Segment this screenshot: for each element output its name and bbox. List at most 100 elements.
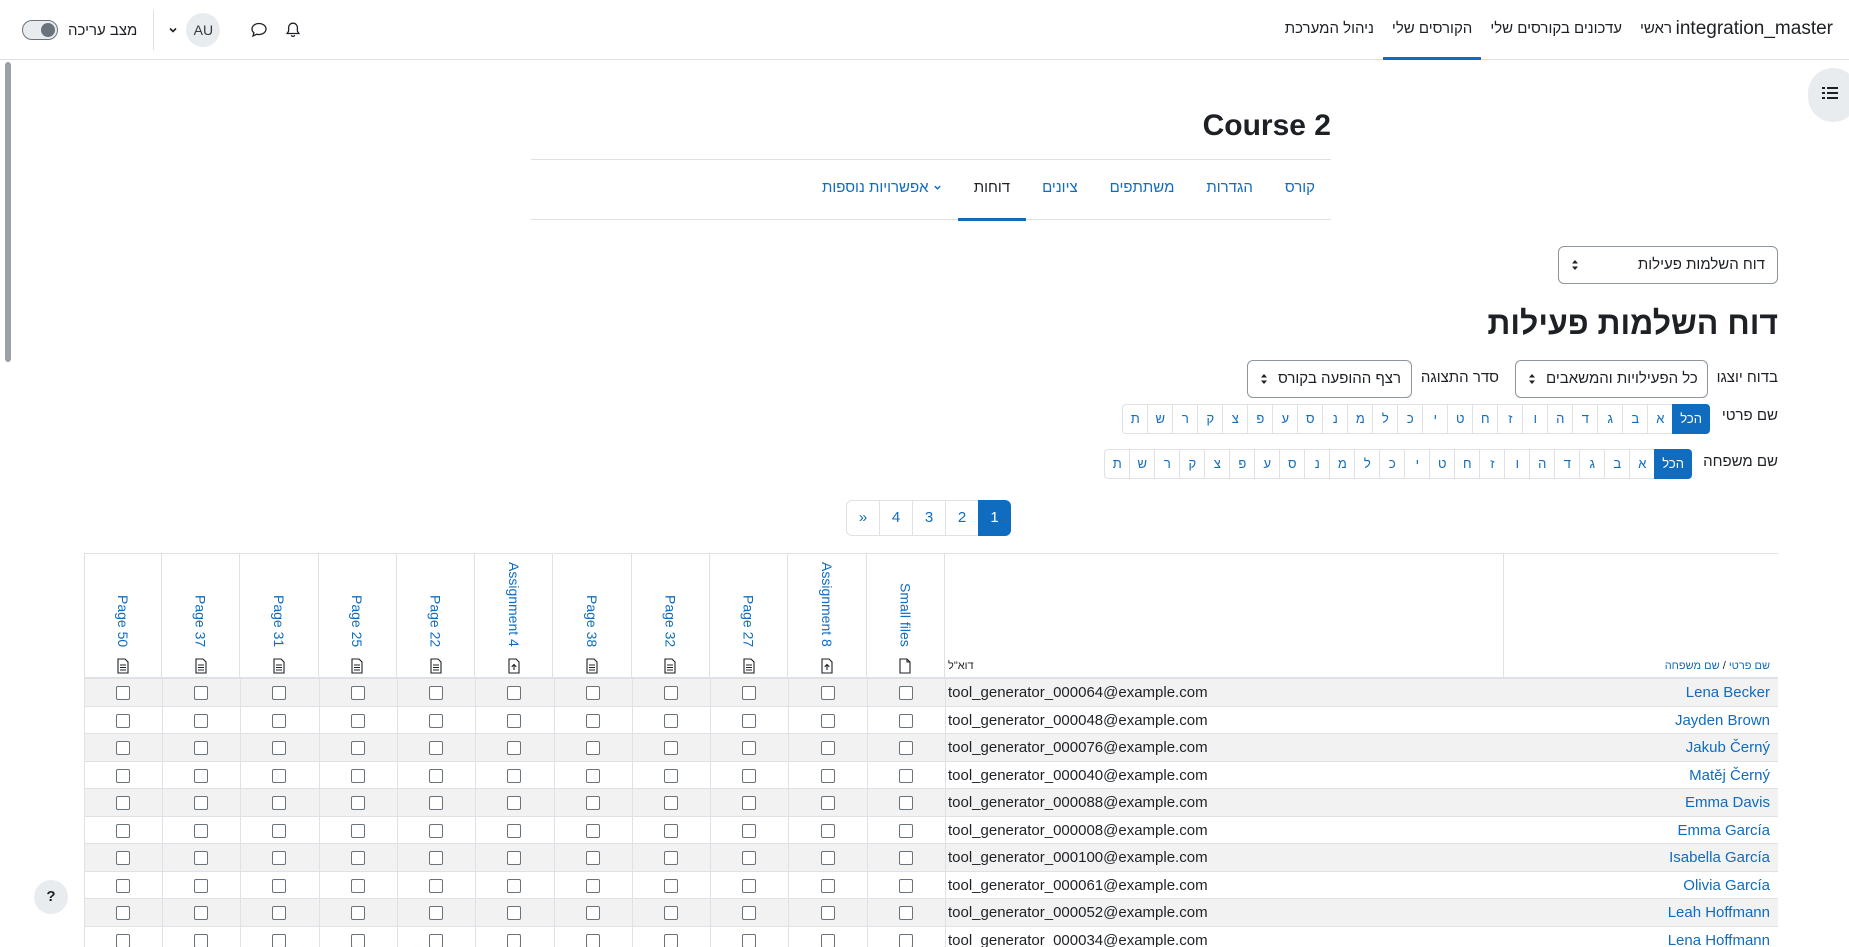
block-drawer-button[interactable] [1808, 68, 1849, 122]
message-icon[interactable] [248, 19, 270, 41]
nav-item-home[interactable]: ראשי [1631, 0, 1681, 60]
completion-checkbox[interactable] [115, 933, 130, 947]
completion-checkbox[interactable] [663, 796, 678, 810]
report-selector[interactable]: דוח השלמות פעילות [1558, 246, 1778, 284]
sort-by-lastname-link[interactable]: שם משפחה [1665, 660, 1720, 672]
completion-checkbox[interactable] [663, 713, 678, 728]
completion-checkbox[interactable] [663, 823, 678, 838]
completion-checkbox[interactable] [115, 741, 130, 755]
completion-checkbox[interactable] [820, 796, 835, 810]
participant-name-link[interactable]: Matěj Černý [1689, 762, 1770, 789]
completion-checkbox[interactable] [350, 686, 365, 700]
participant-name-link[interactable]: Isabella García [1669, 844, 1770, 871]
page-scrollbar[interactable] [2, 60, 14, 947]
pagination-page-3[interactable]: 3 [912, 500, 945, 536]
completion-checkbox[interactable] [115, 686, 130, 700]
completion-checkbox[interactable] [350, 796, 365, 810]
completion-checkbox[interactable] [194, 933, 209, 947]
completion-checkbox[interactable] [194, 686, 209, 700]
lastname-initial-4[interactable]: ד [1554, 449, 1580, 479]
completion-checkbox[interactable] [507, 686, 522, 700]
lastname-initial-6[interactable]: ו [1504, 449, 1530, 479]
firstname-initial-14[interactable]: נ [1322, 404, 1348, 434]
pagination-next[interactable]: » [846, 500, 879, 536]
completion-checkbox[interactable] [585, 933, 600, 947]
firstname-initial-3[interactable]: ג [1597, 404, 1623, 434]
completion-checkbox[interactable] [194, 796, 209, 810]
firstname-initial-8[interactable]: ח [1472, 404, 1498, 434]
completion-checkbox[interactable] [350, 878, 365, 893]
participant-name-link[interactable]: Lena Becker [1686, 679, 1770, 706]
lastname-initial-5[interactable]: ה [1529, 449, 1555, 479]
completion-checkbox[interactable] [350, 768, 365, 783]
completion-checkbox[interactable] [742, 796, 757, 810]
pagination-page-4[interactable]: 4 [879, 500, 912, 536]
completion-checkbox[interactable] [272, 906, 287, 920]
completion-checkbox[interactable] [898, 906, 913, 920]
completion-checkbox[interactable] [194, 713, 209, 728]
completion-checkbox[interactable] [742, 713, 757, 728]
activity-link[interactable]: Page 50 [115, 557, 131, 647]
firstname-initial-13[interactable]: מ [1347, 404, 1373, 434]
completion-checkbox[interactable] [429, 878, 444, 893]
completion-checkbox[interactable] [742, 823, 757, 838]
completion-checkbox[interactable] [115, 878, 130, 893]
completion-checkbox[interactable] [585, 851, 600, 865]
tab-course[interactable]: קורס [1269, 160, 1331, 221]
pagination-page-1[interactable]: 1 [978, 500, 1011, 536]
completion-checkbox[interactable] [585, 823, 600, 838]
lastname-initial-14[interactable]: נ [1304, 449, 1330, 479]
completion-checkbox[interactable] [350, 741, 365, 755]
lastname-initial-15[interactable]: ס [1279, 449, 1305, 479]
completion-checkbox[interactable] [663, 933, 678, 947]
completion-checkbox[interactable] [663, 741, 678, 755]
completion-checkbox[interactable] [272, 823, 287, 838]
completion-checkbox[interactable] [350, 851, 365, 865]
completion-checkbox[interactable] [272, 768, 287, 783]
sort-by-firstname-link[interactable]: שם פרטי [1729, 660, 1770, 672]
user-avatar[interactable]: AU [186, 13, 221, 47]
completion-checkbox[interactable] [115, 796, 130, 810]
activity-link[interactable]: Page 22 [428, 557, 444, 647]
completion-checkbox[interactable] [742, 768, 757, 783]
activity-link[interactable]: Page 31 [271, 557, 287, 647]
completion-checkbox[interactable] [820, 933, 835, 947]
participant-name-link[interactable]: Jakub Černý [1686, 734, 1770, 761]
completion-checkbox[interactable] [742, 851, 757, 865]
completion-checkbox[interactable] [272, 933, 287, 947]
completion-checkbox[interactable] [742, 906, 757, 920]
help-button[interactable]: ? [34, 880, 68, 914]
completion-checkbox[interactable] [115, 713, 130, 728]
firstname-initial-17[interactable]: פ [1247, 404, 1273, 434]
completion-checkbox[interactable] [663, 878, 678, 893]
participant-name-link[interactable]: Olivia García [1683, 872, 1770, 899]
edit-mode-toggle[interactable] [22, 20, 58, 40]
completion-checkbox[interactable] [507, 906, 522, 920]
activity-link[interactable]: Page 38 [584, 557, 600, 647]
firstname-initial-15[interactable]: ס [1297, 404, 1323, 434]
completion-checkbox[interactable] [429, 768, 444, 783]
activity-link[interactable]: Page 27 [741, 557, 757, 647]
firstname-initial-4[interactable]: ד [1572, 404, 1598, 434]
participant-name-link[interactable]: Emma García [1677, 817, 1770, 844]
tab-participants[interactable]: משתתפים [1094, 160, 1191, 221]
completion-checkbox[interactable] [742, 741, 757, 755]
completion-checkbox[interactable] [429, 823, 444, 838]
completion-checkbox[interactable] [585, 878, 600, 893]
completion-checkbox[interactable] [350, 906, 365, 920]
tab-more[interactable]: אפשרויות נוספות [806, 160, 958, 221]
completion-checkbox[interactable] [115, 768, 130, 783]
completion-checkbox[interactable] [272, 796, 287, 810]
nav-item-my-courses[interactable]: הקורסים שלי [1382, 0, 1482, 60]
tab-grades[interactable]: ציונים [1026, 160, 1094, 221]
completion-checkbox[interactable] [820, 741, 835, 755]
lastname-initial-9[interactable]: ט [1429, 449, 1455, 479]
completion-checkbox[interactable] [507, 851, 522, 865]
firstname-initial-21[interactable]: ש [1147, 404, 1173, 434]
completion-checkbox[interactable] [898, 686, 913, 700]
lastname-initial-12[interactable]: ל [1354, 449, 1380, 479]
lastname-initial-10[interactable]: י [1404, 449, 1430, 479]
completion-checkbox[interactable] [429, 796, 444, 810]
completion-checkbox[interactable] [898, 741, 913, 755]
completion-checkbox[interactable] [820, 906, 835, 920]
